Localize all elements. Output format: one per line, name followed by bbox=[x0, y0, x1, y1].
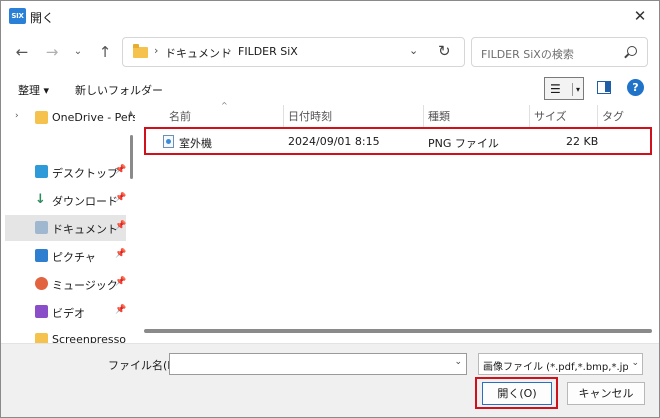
file-type: PNG ファイル bbox=[428, 137, 499, 150]
sidebar-item-videos[interactable]: ビデオ 📌 bbox=[5, 299, 126, 325]
search-icon bbox=[627, 46, 637, 56]
pin-icon: 📌 bbox=[115, 277, 127, 287]
sidebar-item-pictures[interactable]: ピクチャ 📌 bbox=[5, 243, 126, 269]
column-header-name[interactable]: 名前 bbox=[169, 108, 191, 124]
navigation-bar: ← → ⌄ ↑ › ドキュメント › FILDER SiX ⌄ ↻ FILDER… bbox=[1, 31, 659, 73]
file-type-value: 画像ファイル (*.pdf,*.bmp,*.jpg,*.jpeg,*.png) bbox=[483, 362, 628, 373]
column-header-size[interactable]: サイズ bbox=[534, 108, 567, 124]
pin-icon: 📌 bbox=[115, 165, 127, 175]
pin-icon: 📌 bbox=[115, 305, 127, 315]
help-icon[interactable]: ? bbox=[627, 79, 644, 96]
search-input[interactable]: FILDER SiXの検索 bbox=[471, 37, 648, 67]
folder-icon bbox=[133, 44, 148, 58]
sidebar-scrollbar[interactable] bbox=[130, 135, 133, 179]
up-arrow-icon[interactable]: ↑ bbox=[94, 41, 116, 63]
recent-locations-chevron-icon[interactable]: ⌄ bbox=[67, 41, 89, 63]
desktop-icon bbox=[35, 165, 48, 178]
back-arrow-icon[interactable]: ← bbox=[11, 41, 33, 63]
address-history-chevron-icon[interactable]: ⌄ bbox=[409, 44, 418, 57]
navigation-pane: ▲ › OneDrive - Perso デスクトップ 📌 ↓ ダウンロード 📌… bbox=[1, 105, 135, 343]
picture-icon bbox=[35, 249, 48, 262]
forward-arrow-icon[interactable]: → bbox=[41, 41, 63, 63]
column-header-type[interactable]: 種類 bbox=[428, 108, 450, 124]
dialog-footer: ファイル名(N): ⌄ 画像ファイル (*.pdf,*.bmp,*.jpg,*.… bbox=[1, 343, 659, 417]
file-list: ^ 名前 日付時刻 種類 サイズ タグ 室外機 2024/09/01 8:15 … bbox=[142, 101, 654, 343]
horizontal-scrollbar[interactable] bbox=[144, 329, 652, 333]
sidebar-item-label: Screenpresso bbox=[52, 333, 127, 343]
sidebar-item-label: ビデオ bbox=[52, 307, 85, 320]
filename-input[interactable]: ⌄ bbox=[169, 353, 467, 375]
column-divider[interactable] bbox=[597, 105, 598, 127]
sidebar-item-screenpresso[interactable]: Screenpresso bbox=[5, 327, 126, 343]
folder-icon bbox=[35, 111, 48, 124]
refresh-icon[interactable]: ↻ bbox=[438, 42, 451, 60]
breadcrumb-separator-icon: › bbox=[154, 44, 159, 57]
sidebar-item-music[interactable]: ミュージック 📌 bbox=[5, 271, 126, 297]
sidebar-item-documents[interactable]: ドキュメント 📌 bbox=[5, 215, 126, 241]
chevron-down-icon[interactable]: ⌄ bbox=[454, 357, 462, 367]
sidebar-item-label: デスクトップ bbox=[52, 167, 118, 180]
title-bar: SIX 開く ✕ bbox=[1, 1, 659, 31]
pin-icon: 📌 bbox=[115, 221, 127, 231]
address-bar[interactable]: › ドキュメント › FILDER SiX ⌄ ↻ bbox=[122, 37, 465, 67]
column-divider[interactable] bbox=[529, 105, 530, 127]
chevron-down-icon: ⌄ bbox=[631, 358, 639, 368]
sidebar-item-label: ドキュメント bbox=[52, 223, 118, 236]
breadcrumb-filder-six[interactable]: FILDER SiX bbox=[238, 45, 298, 58]
music-icon bbox=[35, 277, 48, 290]
video-icon bbox=[35, 305, 48, 318]
expand-chevron-icon[interactable]: › bbox=[15, 111, 19, 121]
app-logo-icon: SIX bbox=[9, 8, 26, 24]
breadcrumb-separator-icon: › bbox=[227, 44, 232, 57]
sidebar-item-label: ダウンロード bbox=[52, 195, 118, 208]
view-options-button[interactable]: ☰ ▾ bbox=[544, 77, 584, 100]
preview-pane-icon[interactable] bbox=[597, 81, 611, 94]
document-icon bbox=[35, 221, 48, 234]
column-divider[interactable] bbox=[283, 105, 284, 127]
table-row[interactable]: 室外機 2024/09/01 8:15 PNG ファイル 22 KB bbox=[144, 127, 652, 155]
sidebar-item-label: ピクチャ bbox=[52, 251, 96, 264]
search-placeholder: FILDER SiXの検索 bbox=[481, 48, 574, 61]
column-header-tags[interactable]: タグ bbox=[602, 108, 624, 124]
png-file-icon bbox=[163, 135, 174, 148]
column-header-date[interactable]: 日付時刻 bbox=[288, 108, 332, 124]
sidebar-item-label: OneDrive - Perso bbox=[52, 111, 135, 124]
open-button[interactable]: 開く(O) bbox=[482, 382, 552, 405]
folder-icon bbox=[35, 333, 48, 343]
command-toolbar: 整理 ▾ 新しいフォルダー ☰ ▾ ? bbox=[1, 73, 659, 105]
sort-ascending-icon: ^ bbox=[221, 101, 228, 110]
file-type-select[interactable]: 画像ファイル (*.pdf,*.bmp,*.jpg,*.jpeg,*.png) … bbox=[478, 353, 643, 375]
open-file-dialog: SIX 開く ✕ ← → ⌄ ↑ › ドキュメント › FILDER SiX ⌄… bbox=[0, 0, 660, 418]
sidebar-item-desktop[interactable]: デスクトップ 📌 bbox=[5, 159, 126, 185]
sidebar-item-downloads[interactable]: ↓ ダウンロード 📌 bbox=[5, 187, 126, 213]
close-button[interactable]: ✕ bbox=[627, 5, 653, 27]
new-folder-button[interactable]: 新しいフォルダー bbox=[75, 82, 163, 98]
pin-icon: 📌 bbox=[115, 249, 127, 259]
sidebar-item-label: ミュージック bbox=[52, 279, 118, 292]
file-size: 22 KB bbox=[566, 135, 599, 148]
chevron-down-icon: ▾ bbox=[572, 83, 580, 96]
sidebar-item-onedrive[interactable]: › OneDrive - Perso bbox=[5, 105, 135, 131]
cancel-button[interactable]: キャンセル bbox=[567, 382, 645, 405]
file-date: 2024/09/01 8:15 bbox=[288, 135, 380, 148]
details-view-icon: ☰ bbox=[550, 82, 561, 96]
download-icon: ↓ bbox=[35, 192, 46, 207]
window-title: 開く bbox=[30, 11, 55, 25]
breadcrumb-documents[interactable]: ドキュメント bbox=[165, 45, 231, 61]
file-name: 室外機 bbox=[179, 137, 212, 150]
column-divider[interactable] bbox=[423, 105, 424, 127]
pin-icon: 📌 bbox=[115, 193, 127, 203]
organize-menu-button[interactable]: 整理 ▾ bbox=[18, 82, 49, 98]
